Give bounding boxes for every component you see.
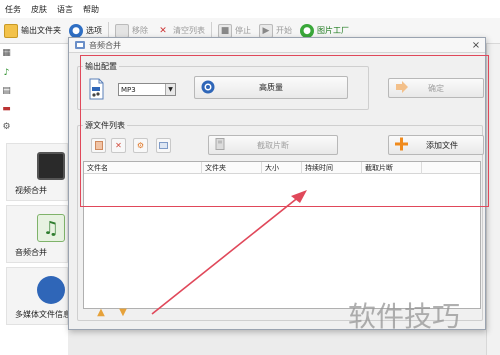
sidebar-item-audio-merge[interactable]: ♫ 音频合并 — [6, 205, 68, 263]
clear-list-label: 清空列表 — [173, 26, 205, 35]
import-button[interactable] — [91, 138, 106, 153]
clip-segment-label: 截取片断 — [257, 140, 289, 150]
film-icon — [37, 152, 65, 180]
list-header: 文件名 文件夹 大小 持续时间 截取片断 — [84, 162, 480, 174]
menu-language[interactable]: 语言 — [52, 4, 78, 15]
quality-label: 高质量 — [259, 83, 283, 92]
gear-icon: ⚙ — [136, 141, 145, 150]
remove-icon — [115, 23, 129, 38]
column-clip[interactable]: 截取片断 — [362, 162, 422, 174]
music-note-icon: ♫ — [37, 214, 65, 242]
output-folder-label: 输出文件夹 — [21, 26, 61, 35]
column-duration[interactable]: 持续时间 — [302, 162, 362, 174]
options-icon: ● — [69, 23, 83, 38]
stop-label: 停止 — [235, 26, 251, 35]
output-folder-button[interactable]: 输出文件夹 — [0, 20, 65, 42]
audio-category-icon[interactable]: ♪ — [1, 68, 12, 78]
sidebar-item-media-info[interactable]: 多媒体文件信息 — [6, 267, 71, 325]
category-strip: ▦ ♪ ▤ ▬ ⚙ — [0, 44, 14, 144]
audio-merge-dialog: 音频合并 × 输出配置 MP3 ▼ 高质量 确定 源文件列表 ✕ ⚙ 截取片断 … — [68, 37, 486, 330]
menu-skin[interactable]: 皮肤 — [26, 4, 52, 15]
format-value: MP3 — [121, 85, 136, 94]
watermark: 软件技巧 — [348, 300, 461, 333]
settings-button[interactable]: ⚙ — [133, 138, 148, 153]
sidebar-item-video-merge[interactable]: 视频合并 — [6, 143, 68, 201]
add-file-label: 添加文件 — [426, 140, 458, 150]
quality-button[interactable]: 高质量 — [194, 76, 348, 99]
ok-button[interactable]: 确定 — [388, 78, 484, 98]
preview-icon — [159, 142, 168, 149]
column-filename[interactable]: 文件名 — [84, 162, 202, 174]
column-size[interactable]: 大小 — [262, 162, 302, 174]
source-file-list[interactable]: 文件名 文件夹 大小 持续时间 截取片断 — [83, 161, 481, 309]
chevron-down-icon[interactable]: ▼ — [165, 84, 175, 95]
output-config-group: 输出配置 MP3 ▼ 高质量 — [77, 61, 369, 110]
move-up-icon[interactable]: ▲ — [95, 306, 107, 318]
image-factory-label: 图片工厂 — [317, 26, 349, 35]
audio-format-icon — [88, 78, 104, 100]
format-select[interactable]: MP3 ▼ — [118, 83, 176, 96]
delete-icon: ✕ — [115, 141, 122, 150]
image-category-icon[interactable]: ▤ — [1, 86, 12, 96]
output-config-label: 输出配置 — [83, 61, 119, 72]
clip-segment-button[interactable]: 截取片断 — [208, 135, 338, 155]
arrow-right-icon — [395, 81, 409, 95]
disc-category-icon[interactable]: ▬ — [1, 104, 12, 114]
start-label: 开始 — [276, 26, 292, 35]
preview-button[interactable] — [156, 138, 171, 153]
close-icon[interactable]: × — [470, 39, 482, 51]
options-label: 选项 — [86, 26, 102, 35]
dialog-title: 音频合并 — [89, 40, 121, 50]
clear-icon: ✕ — [159, 25, 167, 36]
quality-icon — [201, 80, 215, 96]
dialog-app-icon — [75, 40, 85, 50]
media-info-label: 多媒体文件信息 — [15, 310, 71, 319]
menu-task[interactable]: 任务 — [0, 4, 26, 15]
video-category-icon[interactable]: ▦ — [1, 48, 12, 58]
delete-button[interactable]: ✕ — [111, 138, 126, 153]
audio-merge-label: 音频合并 — [15, 248, 47, 257]
stop-icon: ■ — [218, 23, 232, 38]
tools-category-icon[interactable]: ⚙ — [1, 122, 12, 132]
add-file-button[interactable]: 添加文件 — [388, 135, 484, 155]
column-folder[interactable]: 文件夹 — [202, 162, 262, 174]
clip-icon — [215, 138, 227, 153]
menu-bar: 任务 皮肤 语言 帮助 — [0, 0, 500, 18]
move-down-icon[interactable]: ▼ — [117, 306, 129, 318]
source-list-label: 源文件列表 — [83, 120, 127, 131]
menu-help[interactable]: 帮助 — [78, 4, 104, 15]
folder-icon — [4, 23, 18, 38]
dialog-title-bar[interactable]: 音频合并 — [69, 38, 485, 53]
plus-icon — [395, 137, 408, 153]
image-factory-icon: ● — [300, 23, 314, 38]
start-icon: ▶ — [259, 23, 273, 38]
remove-label: 移除 — [132, 26, 148, 35]
ok-label: 确定 — [428, 83, 444, 93]
main-window-edge — [486, 44, 500, 355]
import-icon — [94, 141, 103, 150]
video-merge-label: 视频合并 — [15, 186, 47, 195]
media-info-icon — [37, 276, 65, 304]
